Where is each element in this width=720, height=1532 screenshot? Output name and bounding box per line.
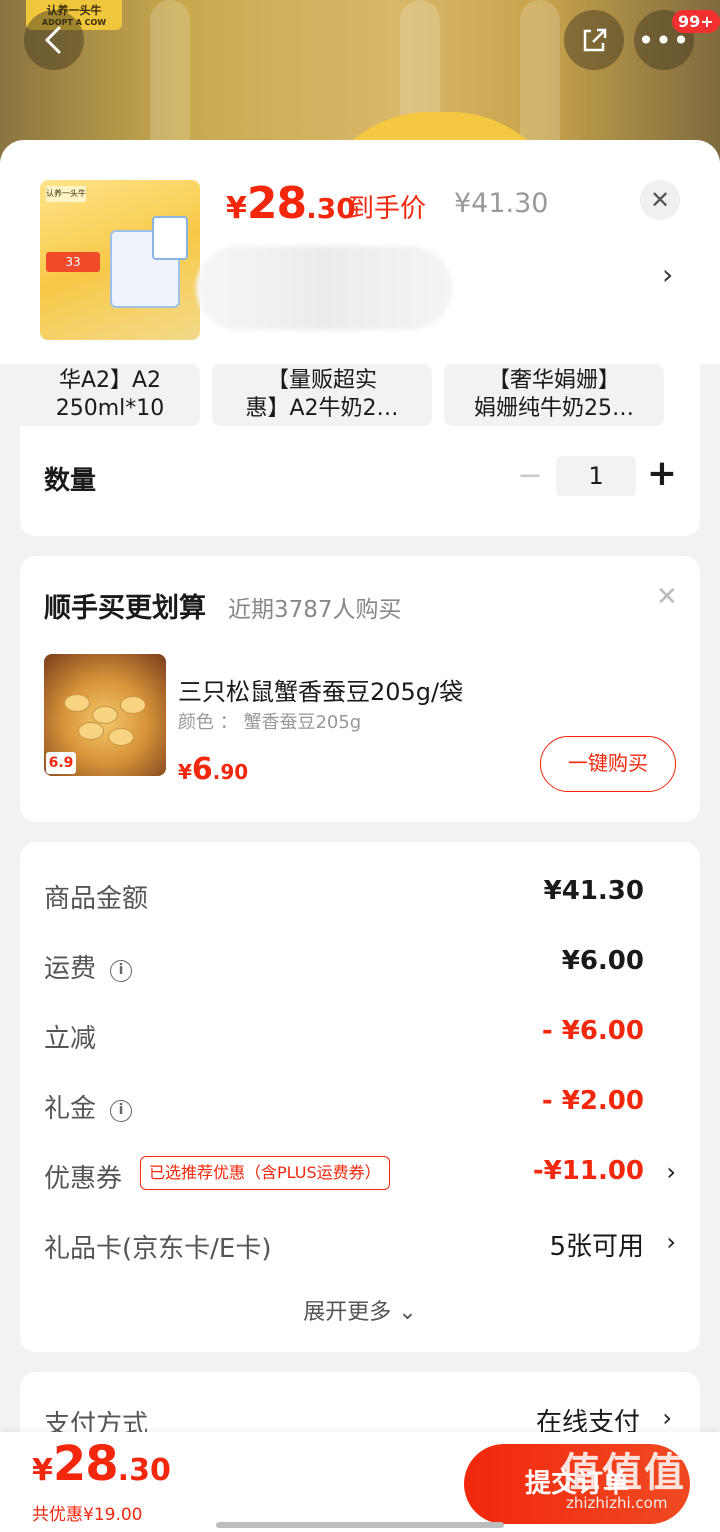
instant-discount-row: 立减 - ¥6.00 [44, 1016, 676, 1056]
final-price-label: 到手价 [348, 194, 427, 224]
thumbnail-price-tag: 33 [46, 252, 100, 272]
expand-more-button[interactable]: 展开更多 ⌄ [20, 1294, 700, 1326]
price-decimal: .90 [212, 760, 249, 784]
cost-breakdown-card: 商品金额 ¥41.30 运费 i ¥6.00 立减 - ¥6.00 礼金 i - ¥… [20, 842, 700, 1352]
upsell-close-icon[interactable]: ✕ [656, 582, 678, 612]
quantity-increase-button[interactable]: + [646, 454, 678, 494]
share-button[interactable] [564, 10, 624, 70]
chevron-right-icon: › [666, 1228, 676, 1256]
site-watermark: 值值值 zhizhizhi.com [560, 1440, 710, 1526]
bean-shape [78, 722, 104, 740]
price-currency: ¥ [178, 760, 192, 784]
watermark-url: zhizhizhi.com [566, 1494, 668, 1512]
price-integer: 28 [52, 1436, 119, 1492]
notification-badge: 99+ [672, 10, 720, 33]
close-icon: ✕ [649, 186, 671, 214]
spec-option-line: 250ml*10 [55, 396, 165, 421]
goods-amount-row: 商品金额 ¥41.30 [44, 876, 676, 916]
spec-quantity-card: 华A2】A2 250ml*10 【量贩超实 惠】A2牛奶2… 【奢华娟姗】 娟姗… [20, 340, 700, 536]
product-thumbnail: 认养一头牛 33 [40, 180, 200, 340]
shipping-row: 运费 i ¥6.00 [44, 946, 676, 986]
coupon-value: -¥11.00 [532, 1156, 644, 1186]
milk-bottle-image [152, 216, 188, 260]
upsell-product-attribute: 颜色 ： 蟹香蚕豆205g [178, 712, 362, 733]
home-indicator [216, 1522, 504, 1528]
final-price: ¥28.30 [226, 178, 356, 229]
spec-option-line: 华A2】A2 [58, 368, 162, 393]
shipping-label: 运费 [44, 954, 97, 984]
coupon-recommend-tag: 已选推荐优惠（含PLUS运费券） [140, 1156, 390, 1190]
one-click-buy-button[interactable]: 一键购买 [540, 736, 676, 792]
spec-option-line: 【量贩超实 [266, 368, 377, 393]
gift-card-label: 礼品卡(京东卡/E卡) [44, 1234, 272, 1264]
gift-money-row: 礼金 i - ¥2.00 [44, 1086, 676, 1126]
info-icon[interactable]: i [110, 960, 133, 982]
chevron-right-icon: › [662, 1404, 672, 1432]
coupon-label: 优惠券 [44, 1164, 123, 1194]
upsell-card: 顺手买更划算 近期3787人购买 ✕ 6.9 三只松鼠蟹香蚕豆205g/袋 颜色… [20, 556, 700, 822]
coupon-row[interactable]: 优惠券 已选推荐优惠（含PLUS运费券） -¥11.00 › [44, 1156, 676, 1196]
gift-money-label: 礼金 [44, 1094, 97, 1124]
gift-card-row[interactable]: 礼品卡(京东卡/E卡) 5张可用 › [44, 1226, 676, 1266]
goods-amount-label: 商品金额 [44, 884, 149, 914]
quantity-label: 数量 [44, 466, 97, 496]
spec-option[interactable]: 【奢华娟姗】 娟姗纯牛奶25… [444, 364, 664, 426]
chevron-right-icon[interactable]: › [662, 258, 673, 291]
product-summary: 认养一头牛 33 ¥28.30 到手价 ¥41.30 ✕ › [0, 140, 720, 364]
bean-shape [108, 728, 134, 746]
quantity-input[interactable]: 1 [556, 456, 636, 496]
total-savings: 共优惠¥19.00 [32, 1505, 143, 1525]
bean-shape [92, 706, 118, 724]
goods-amount-value: ¥41.30 [543, 876, 644, 906]
price-currency: ¥ [226, 191, 247, 226]
spec-option[interactable]: 【量贩超实 惠】A2牛奶2… [212, 364, 432, 426]
back-button[interactable] [24, 10, 84, 70]
watermark-logo: 值值值 [560, 1450, 686, 1496]
gift-money-label-group: 礼金 i [44, 1088, 133, 1125]
price-integer: 6 [191, 752, 213, 787]
quantity-decrease-button[interactable]: − [516, 458, 544, 494]
close-button[interactable]: ✕ [640, 180, 680, 220]
original-price: ¥41.30 [454, 188, 549, 219]
price-integer: 28 [246, 178, 307, 229]
upsell-product-image: 6.9 [44, 654, 166, 776]
upsell-subtitle: 近期3787人购买 [228, 597, 402, 623]
info-icon[interactable]: i [110, 1100, 133, 1122]
upsell-price: ¥6.90 [178, 752, 248, 787]
thumbnail-logo: 认养一头牛 [46, 186, 86, 202]
share-icon [583, 28, 607, 52]
spec-option[interactable]: 华A2】A2 250ml*10 [20, 364, 200, 426]
total-price: ¥28.30 [32, 1436, 171, 1492]
back-arrow-icon [44, 26, 61, 54]
order-sheet: 认养一头牛 33 ¥28.30 到手价 ¥41.30 ✕ › 华A2】A2 25… [0, 140, 720, 1532]
upsell-product-name: 三只松鼠蟹香蚕豆205g/袋 [178, 678, 464, 706]
spec-option-line: 【奢华娟姗】 [487, 368, 620, 393]
shipping-value: ¥6.00 [561, 946, 644, 976]
bean-shape [120, 696, 146, 714]
gift-money-value: - ¥2.00 [541, 1086, 644, 1116]
bean-shape [64, 694, 90, 712]
product-name-blurred [196, 246, 452, 330]
image-price-tag: 6.9 [46, 752, 76, 774]
spec-option-line: 惠】A2牛奶2… [245, 396, 399, 421]
price-decimal: .30 [117, 1453, 171, 1488]
price-currency: ¥ [32, 1453, 53, 1488]
upsell-title: 顺手买更划算 [44, 593, 206, 624]
spec-option-line: 娟姗纯牛奶25… [474, 396, 634, 421]
chevron-right-icon: › [666, 1158, 676, 1186]
shipping-label-group: 运费 i [44, 948, 133, 985]
gift-card-value: 5张可用 [549, 1232, 644, 1262]
instant-discount-value: - ¥6.00 [541, 1016, 644, 1046]
instant-discount-label: 立减 [44, 1024, 97, 1054]
